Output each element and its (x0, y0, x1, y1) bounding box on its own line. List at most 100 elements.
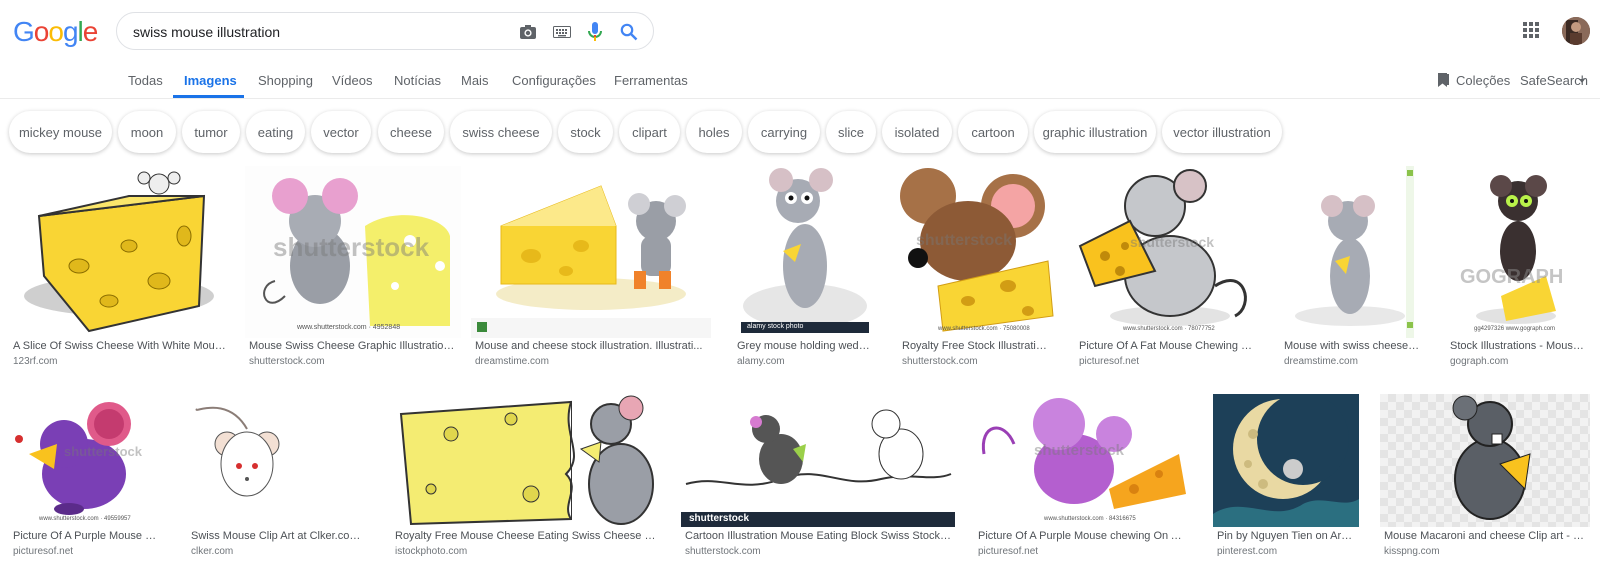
result-thumbnail[interactable]: shutterstock www.shutterstock.com · 7807… (1075, 166, 1260, 338)
result-caption[interactable]: Mouse and cheese stock illustration. Ill… (475, 340, 707, 352)
image-result[interactable]: shutterstock www.shutterstock.com · 4952… (245, 166, 461, 376)
image-footer: shutterstock (689, 513, 750, 524)
result-caption[interactable]: A Slice Of Swiss Cheese With White Mous.… (13, 340, 227, 352)
result-caption[interactable]: Stock Illustrations - Mouse ... (1450, 340, 1586, 352)
image-footer: www.shutterstock.com · 75080008 (938, 326, 1030, 332)
search-icon[interactable] (619, 22, 639, 42)
keyboard-icon[interactable] (552, 22, 572, 42)
image-result[interactable]: shutterstock www.shutterstock.com · 7807… (1075, 166, 1260, 376)
logo-letter: e (82, 16, 99, 47)
watermark-text: shutterstock (1130, 234, 1215, 250)
collections-link[interactable]: Coleções (1456, 73, 1510, 88)
chip[interactable]: isolated (882, 111, 952, 153)
chip[interactable]: vector illustration (1162, 111, 1282, 153)
safesearch-menu[interactable]: SafeSearch (1520, 73, 1588, 88)
image-result[interactable]: Mouse and cheese stock illustration. Ill… (471, 166, 711, 376)
search-tabs: Todas Imagens Shopping Vídeos Notícias M… (0, 62, 1600, 99)
result-caption[interactable]: Picture Of A Purple Mouse chewing On A .… (978, 530, 1188, 542)
chip[interactable]: slice (826, 111, 876, 153)
tab-shopping[interactable]: Shopping (258, 73, 313, 88)
chip[interactable]: cheese (378, 111, 444, 153)
result-thumbnail[interactable]: shutterstock www.shutterstock.com · 8431… (974, 394, 1192, 527)
result-caption[interactable]: Cartoon Illustration Mouse Eating Block … (685, 530, 951, 542)
search-input[interactable] (133, 22, 493, 42)
result-thumbnail[interactable]: shutterstock (681, 394, 955, 527)
result-caption[interactable]: Mouse with swiss cheese s... (1284, 340, 1422, 352)
result-caption[interactable]: Picture Of A Fat Mouse Chewing O... (1079, 340, 1256, 352)
result-source: shutterstock.com (249, 356, 325, 367)
active-tab-indicator (173, 95, 244, 98)
tab-imagens[interactable]: Imagens (184, 73, 237, 88)
result-caption[interactable]: Mouse Swiss Cheese Graphic Illustration.… (249, 340, 457, 352)
image-result[interactable]: shutterstock www.shutterstock.com · 7508… (898, 166, 1055, 376)
chevron-down-icon (1579, 79, 1585, 83)
image-result[interactable]: Pin by Nguyen Tien on Art | ... pinteres… (1213, 394, 1359, 571)
result-thumbnail[interactable] (1380, 394, 1590, 527)
result-caption[interactable]: Picture Of A Purple Mouse Ea... (13, 530, 163, 542)
result-source: alamy.com (737, 356, 785, 367)
image-result[interactable]: Mouse with swiss cheese s... dreamstime.… (1280, 166, 1426, 376)
chip[interactable]: swiss cheese (450, 111, 552, 153)
chip[interactable]: graphic illustration (1034, 111, 1156, 153)
result-thumbnail[interactable] (1213, 394, 1359, 527)
image-result[interactable]: A Slice Of Swiss Cheese With White Mous.… (9, 166, 231, 376)
image-result[interactable]: shutterstock www.shutterstock.com · 8431… (974, 394, 1192, 571)
tab-ferramentas[interactable]: Ferramentas (614, 73, 688, 88)
result-thumbnail[interactable]: alamy stock photo (733, 166, 877, 338)
result-thumbnail[interactable]: shutterstock www.shutterstock.com · 7508… (898, 166, 1055, 338)
image-footer: www.shutterstock.com · 49559957 (39, 516, 131, 522)
result-thumbnail[interactable] (1280, 166, 1426, 338)
chip[interactable]: holes (686, 111, 742, 153)
result-source: 123rf.com (13, 356, 58, 367)
result-thumbnail[interactable]: shutterstock www.shutterstock.com · 4955… (9, 394, 167, 527)
image-result[interactable]: Swiss Mouse Clip Art at Clker.com ... cl… (187, 394, 367, 571)
image-result[interactable]: shutterstock Cartoon Illustration Mouse … (681, 394, 955, 571)
image-result[interactable]: Mouse Macaroni and cheese Clip art - S..… (1380, 394, 1590, 571)
result-thumbnail[interactable]: GOGRAPH gg4297326 www.gograph.com (1446, 166, 1590, 338)
chip[interactable]: carrying (748, 111, 820, 153)
image-result[interactable]: GOGRAPH gg4297326 www.gograph.com Stock … (1446, 166, 1590, 376)
result-caption[interactable]: Royalty Free Stock Illustratio... (902, 340, 1051, 352)
result-source: clker.com (191, 546, 234, 557)
tab-videos[interactable]: Vídeos (332, 73, 372, 88)
chip[interactable]: stock (558, 111, 613, 153)
result-source: picturesof.net (13, 546, 74, 557)
bookmark-icon[interactable] (1438, 73, 1449, 87)
result-thumbnail[interactable]: shutterstock www.shutterstock.com · 4952… (245, 166, 461, 338)
tab-noticias[interactable]: Notícias (394, 73, 441, 88)
result-caption[interactable]: Royalty Free Mouse Cheese Eating Swiss C… (395, 530, 657, 542)
result-source: kisspng.com (1384, 546, 1440, 557)
result-thumbnail[interactable] (391, 394, 661, 527)
chip[interactable]: clipart (619, 111, 680, 153)
image-footer: www.shutterstock.com · 78077752 (1123, 326, 1215, 332)
related-chips: mickey mouse moon tumor eating vector ch… (0, 111, 1600, 155)
result-source: picturesof.net (1079, 356, 1140, 367)
image-result[interactable]: alamy stock photo Grey mouse holding wed… (733, 166, 877, 376)
tab-todas[interactable]: Todas (128, 73, 163, 88)
tab-mais[interactable]: Mais (461, 73, 488, 88)
chip[interactable]: tumor (182, 111, 240, 153)
result-caption[interactable]: Mouse Macaroni and cheese Clip art - S..… (1384, 530, 1586, 542)
chip[interactable]: moon (118, 111, 176, 153)
chip[interactable]: mickey mouse (9, 111, 112, 153)
result-caption[interactable]: Pin by Nguyen Tien on Art | ... (1217, 530, 1355, 542)
result-caption[interactable]: Swiss Mouse Clip Art at Clker.com ... (191, 530, 363, 542)
result-thumbnail[interactable] (187, 394, 367, 527)
result-source: gograph.com (1450, 356, 1509, 367)
result-thumbnail[interactable] (9, 166, 231, 338)
watermark-text: GOGRAPH (1460, 266, 1564, 288)
image-result[interactable]: Royalty Free Mouse Cheese Eating Swiss C… (391, 394, 661, 571)
apps-grid-icon[interactable] (1523, 22, 1539, 38)
result-caption[interactable]: Grey mouse holding wedg... (737, 340, 873, 352)
image-result[interactable]: shutterstock www.shutterstock.com · 4955… (9, 394, 167, 571)
microphone-icon[interactable] (585, 22, 605, 42)
chip[interactable]: eating (246, 111, 305, 153)
avatar[interactable] (1562, 17, 1590, 45)
chip[interactable]: cartoon (958, 111, 1028, 153)
camera-icon[interactable] (518, 22, 538, 42)
result-source: dreamstime.com (475, 356, 549, 367)
result-thumbnail[interactable] (471, 166, 711, 338)
tab-configuracoes[interactable]: Configurações (512, 73, 596, 88)
google-logo[interactable]: Google (13, 16, 99, 48)
chip[interactable]: vector (311, 111, 371, 153)
